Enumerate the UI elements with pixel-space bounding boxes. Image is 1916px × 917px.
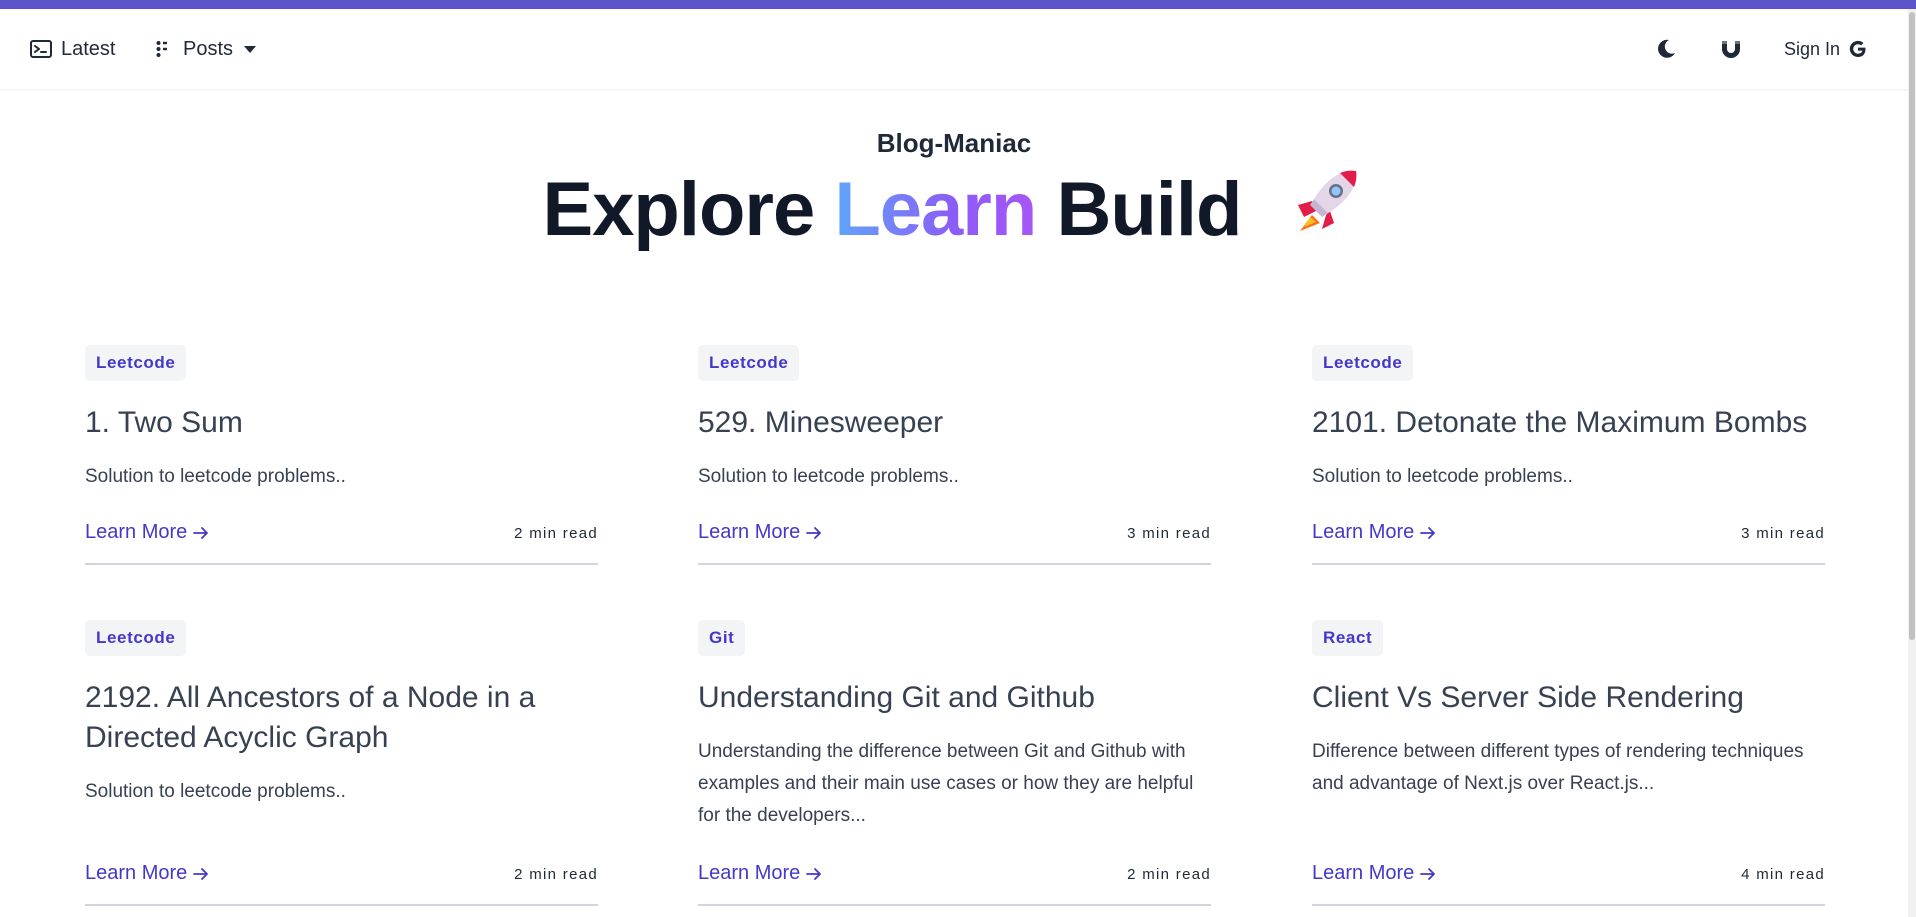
post-title[interactable]: 1. Two Sum xyxy=(85,403,598,443)
terminal-icon xyxy=(30,39,52,59)
read-time: 3 min read xyxy=(1741,525,1825,542)
post-footer: Learn More 2 min read xyxy=(698,862,1211,906)
post-title[interactable]: Client Vs Server Side Rendering xyxy=(1312,678,1825,718)
nav-posts-label: Posts xyxy=(183,37,234,60)
arrow-right-icon xyxy=(1420,526,1436,540)
read-time: 2 min read xyxy=(514,525,598,542)
learn-more-label: Learn More xyxy=(85,862,188,884)
post-description: Difference between different types of re… xyxy=(1312,741,1804,794)
hero-title: Explore Learn Build xyxy=(0,165,1908,263)
hero-title-build: Build xyxy=(1056,167,1242,252)
rocket-icon xyxy=(1290,161,1366,257)
arrow-right-icon xyxy=(806,526,822,540)
arrow-right-icon xyxy=(1420,867,1436,881)
sign-in-button[interactable]: Sign In xyxy=(1784,9,1868,89)
sign-in-label: Sign In xyxy=(1784,38,1841,59)
post-description: Solution to leetcode problems.. xyxy=(85,466,346,487)
learn-more-link[interactable]: Learn More xyxy=(1312,862,1436,885)
arrow-right-icon xyxy=(806,867,822,881)
post-title[interactable]: 2101. Detonate the Maximum Bombs xyxy=(1312,403,1825,443)
learn-more-label: Learn More xyxy=(698,862,801,884)
learn-more-label: Learn More xyxy=(85,521,188,543)
post-footer: Learn More 2 min read xyxy=(85,862,598,906)
list-icon xyxy=(156,40,174,58)
post-footer: Learn More 3 min read xyxy=(698,521,1211,565)
hero-title-learn: Learn xyxy=(834,167,1037,252)
post-description: Understanding the difference between Git… xyxy=(698,741,1194,826)
learn-more-link[interactable]: Learn More xyxy=(698,862,822,885)
learn-more-label: Learn More xyxy=(698,521,801,543)
read-time: 3 min read xyxy=(1127,525,1211,542)
post-description: Solution to leetcode problems.. xyxy=(85,781,346,802)
nav-latest-link[interactable]: Latest xyxy=(30,9,115,89)
learn-more-label: Learn More xyxy=(1312,521,1415,543)
post-tag[interactable]: Leetcode xyxy=(698,345,800,381)
nav-latest-label: Latest xyxy=(61,37,116,60)
read-time: 2 min read xyxy=(1127,866,1211,883)
learn-more-link[interactable]: Learn More xyxy=(85,521,209,544)
learn-more-link[interactable]: Learn More xyxy=(698,521,822,544)
post-tag[interactable]: Leetcode xyxy=(85,345,187,381)
post-tag[interactable]: Leetcode xyxy=(1312,345,1414,381)
scrollbar-thumb[interactable] xyxy=(1909,12,1915,640)
hero-title-explore: Explore xyxy=(542,167,815,252)
post-description: Solution to leetcode problems.. xyxy=(1312,466,1573,487)
read-time: 4 min read xyxy=(1741,866,1825,883)
google-icon xyxy=(1848,39,1868,59)
caret-down-icon xyxy=(243,44,257,54)
post-footer: Learn More 3 min read xyxy=(1312,521,1825,565)
magnet-button[interactable] xyxy=(1720,9,1742,89)
learn-more-label: Learn More xyxy=(1312,862,1415,884)
magnet-icon xyxy=(1720,38,1742,60)
post-title[interactable]: Understanding Git and Github xyxy=(698,678,1211,718)
theme-toggle-button[interactable] xyxy=(1655,9,1677,89)
post-footer: Learn More 2 min read xyxy=(85,521,598,565)
moon-icon xyxy=(1655,38,1677,60)
nav-posts-dropdown[interactable]: Posts xyxy=(156,9,257,89)
post-description: Solution to leetcode problems.. xyxy=(698,466,959,487)
post-footer: Learn More 4 min read xyxy=(1312,862,1825,906)
arrow-right-icon xyxy=(193,526,209,540)
learn-more-link[interactable]: Learn More xyxy=(1312,521,1436,544)
learn-more-link[interactable]: Learn More xyxy=(85,862,209,885)
post-tag[interactable]: Git xyxy=(698,620,746,656)
post-tag[interactable]: React xyxy=(1312,620,1384,656)
site-name: Blog-Maniac xyxy=(876,128,1032,158)
post-title[interactable]: 2192. All Ancestors of a Node in a Direc… xyxy=(85,678,598,758)
read-time: 2 min read xyxy=(514,866,598,883)
arrow-right-icon xyxy=(193,867,209,881)
navbar: Latest Posts Sign In xyxy=(0,9,1916,89)
post-title[interactable]: 529. Minesweeper xyxy=(698,403,1211,443)
post-tag[interactable]: Leetcode xyxy=(85,620,187,656)
